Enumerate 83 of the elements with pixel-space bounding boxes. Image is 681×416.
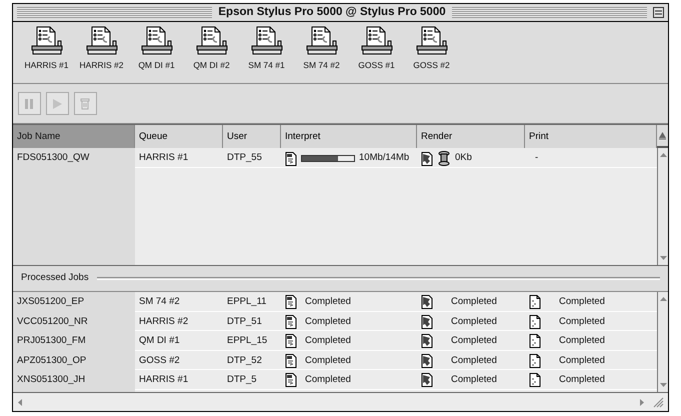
table-cell: XNS051300_JH [13,370,135,390]
document-icon [285,295,297,310]
queue-item[interactable]: HARRIS #1 [19,26,74,83]
queue-item[interactable]: SM 74 #1 [239,26,294,83]
table-cell-text: HARRIS #1 [138,151,190,166]
table-cell-text: Completed [305,295,351,309]
table-cell-text: DTP_52 [226,354,263,368]
spool-icon [438,151,450,166]
scroll-up-icon[interactable] [658,296,668,302]
trash-icon [80,98,91,110]
table-cell-text: Completed [305,354,351,368]
document-icon [285,373,297,388]
table-cell-text: Completed [559,373,605,387]
table-cell-text: Completed [305,373,351,387]
table-cell: JXS051200_EP [13,292,135,312]
print-document-icon [529,373,541,388]
column-header[interactable]: Print [525,125,657,150]
printer-icon [194,26,228,56]
table-cell-text: QM DI #1 [138,334,181,348]
title-bar-stripes[interactable] [452,7,647,18]
queue-item[interactable]: SM 74 #2 [294,26,349,83]
scroll-down-icon[interactable] [658,382,668,388]
column-picker-icon[interactable] [658,131,667,140]
printer-icon [84,26,118,56]
render-document-icon [421,373,433,388]
print-document-icon [529,334,541,348]
table-cell-text: DTP_51 [226,314,263,328]
table-cell-text: Completed [451,354,497,368]
table-cell-text: 0Kb [455,151,472,166]
table-cell: APZ051300_OP [13,350,135,371]
column-header[interactable]: Queue [135,125,223,150]
table-cell-text: EPPL_15 [226,334,268,348]
column-header[interactable]: Render [417,125,525,150]
column-header[interactable]: Job Name [13,125,135,150]
table-cell-text: DTP_55 [226,151,263,166]
queue-item[interactable]: HARRIS #2 [74,26,129,83]
table-cell-text: Completed [559,334,605,348]
table-cell: FDS051300_QW [13,148,135,169]
table-cell-text: DTP_5 [226,373,258,387]
table-cell-text: Completed [305,314,351,328]
render-document-icon [421,295,433,310]
column-header[interactable]: User [223,125,281,150]
queue-item[interactable]: QM DI #1 [129,26,184,83]
printer-icon [304,26,338,56]
table-cell-text: Completed [451,295,497,309]
document-icon [285,334,297,348]
print-document-icon [529,295,541,310]
section-label: Processed Jobs [21,271,89,286]
table-cell-text: HARRIS #1 [138,373,190,387]
collapse-box-icon[interactable] [653,7,664,18]
table-cell-text: EPPL_11 [226,295,268,309]
scroll-right-icon[interactable] [639,398,645,406]
table-cell: PRJ051300_FM [13,331,135,352]
table-cell-text: Completed [451,373,497,387]
printer-icon [360,26,394,56]
table-cell: VCC051200_NR [13,312,135,332]
table-cell-text: Completed [559,314,605,328]
queue-item[interactable]: QM DI #2 [184,26,239,83]
pause-icon [24,98,35,110]
table-cell-text: Completed [305,334,351,348]
queue-item[interactable]: GOSS #2 [404,26,459,83]
table-cell-text: Completed [451,334,497,348]
queue-item[interactable]: GOSS #1 [349,26,404,83]
table-cell-text: Completed [559,354,605,368]
scroll-left-icon[interactable] [17,398,23,406]
play-icon [52,98,63,110]
scroll-up-icon[interactable] [658,152,668,158]
table-cell-text: GOSS #2 [138,354,181,368]
printer-icon [140,26,174,56]
table-cell-text: HARRIS #2 [138,314,190,328]
printer-icon [250,26,284,56]
table-cell-text: Completed [451,314,497,328]
resize-grip-icon[interactable] [653,396,664,408]
table-cell-text: - [534,151,540,166]
table-cell-text: SM 74 #2 [138,295,181,309]
window-title: Epson Stylus Pro 5000 @ Stylus Pro 5000 [218,4,446,20]
scroll-down-icon[interactable] [658,255,668,261]
table-cell-text: Completed [559,295,605,309]
printer-icon [414,26,448,56]
table-cell-text: 10Mb/14Mb [359,151,410,166]
printer-icon [30,26,64,56]
render-document-icon [421,334,433,348]
column-header[interactable]: Interpret [281,125,417,150]
